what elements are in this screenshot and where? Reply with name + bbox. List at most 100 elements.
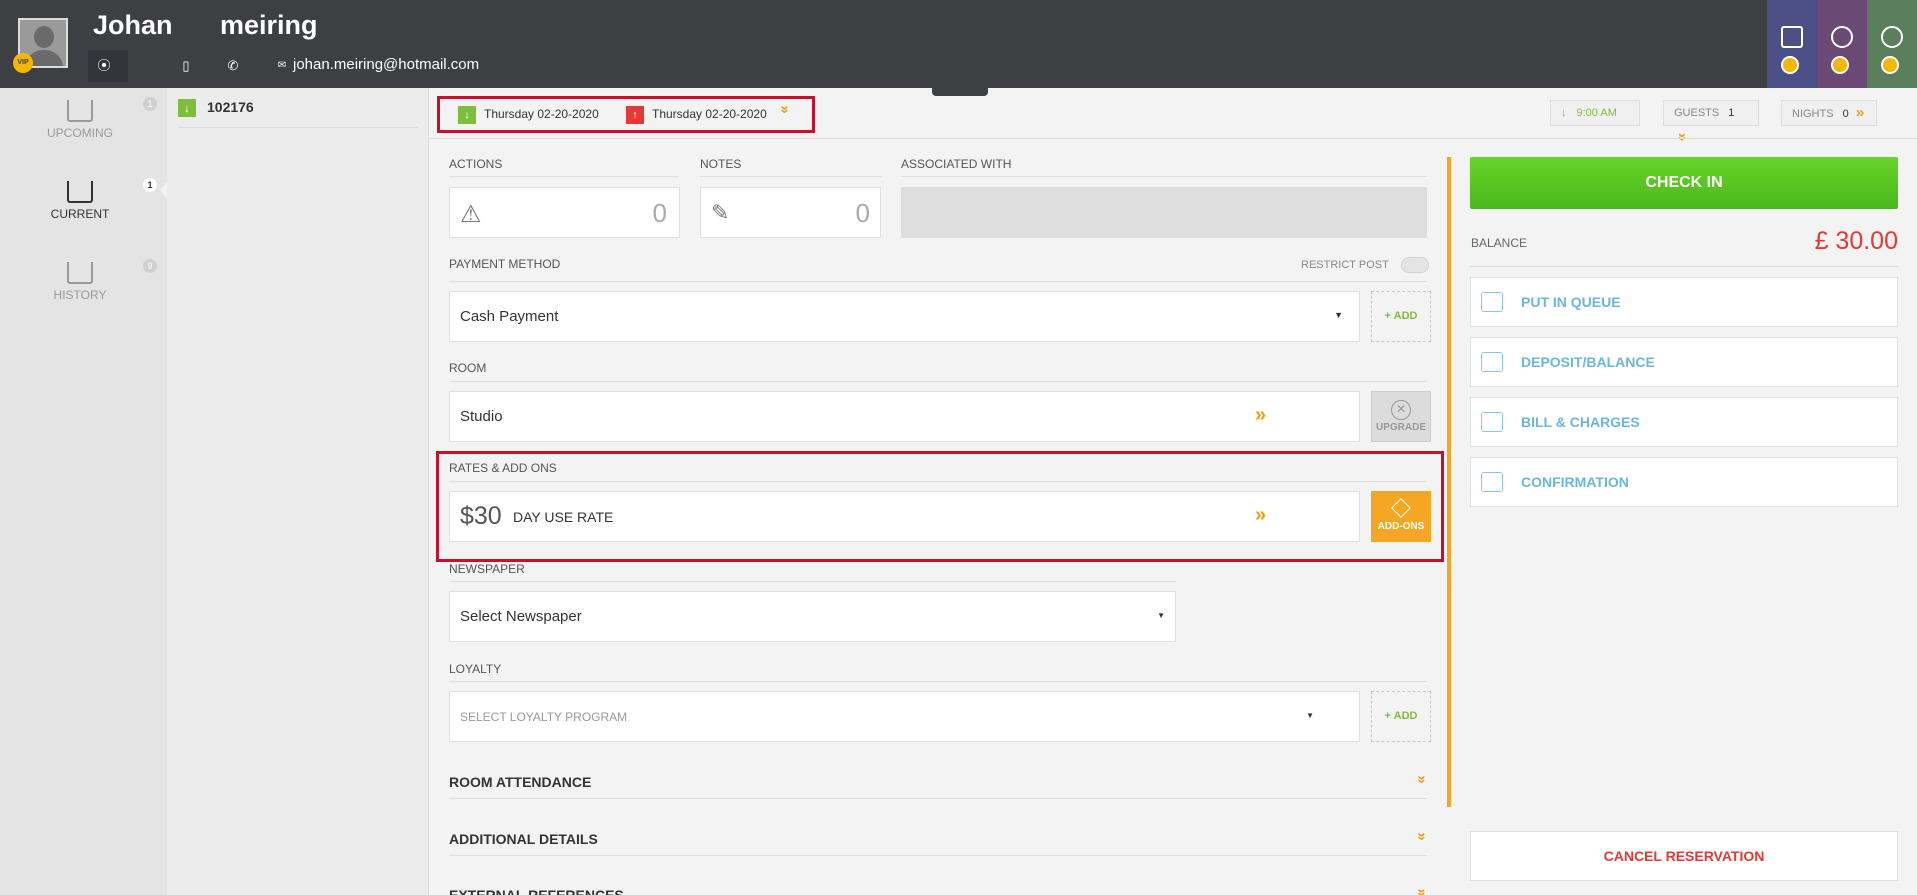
divider	[449, 681, 1427, 682]
bill-charges-button[interactable]: BILL & CHARGES	[1470, 397, 1898, 447]
nav-history[interactable]: HISTORY	[0, 262, 160, 302]
balance-label: BALANCE	[1471, 236, 1528, 250]
email-icon: ✉	[277, 60, 287, 71]
location-pin-icon: ⦿	[97, 58, 111, 73]
room-expand-icon: »	[1255, 404, 1267, 426]
upgrade-button[interactable]: ✕ UPGRADE	[1371, 391, 1431, 442]
put-in-queue-button[interactable]: PUT IN QUEUE	[1470, 277, 1898, 327]
bed-icon	[67, 100, 93, 122]
notes-label: NOTES	[700, 157, 742, 171]
dates-expand-icon[interactable]: »	[777, 105, 794, 113]
building-search-tile[interactable]	[1767, 0, 1817, 88]
pin-icon: ✎	[711, 200, 730, 225]
guest-email[interactable]: johan.meiring@hotmail.com	[293, 56, 479, 73]
divider	[449, 381, 1427, 382]
deposit-balance-label: DEPOSIT/BALANCE	[1521, 354, 1655, 370]
arrival-time-chip[interactable]: ↓ 9:00 AM	[1550, 100, 1640, 126]
arrival-arrow-icon: ↓	[458, 105, 476, 124]
payment-method-select[interactable]: Cash Payment ▼	[449, 291, 1360, 342]
rate-expand-icon: »	[1255, 504, 1267, 526]
actions-box[interactable]: ⚠ 0	[449, 187, 680, 238]
restrict-post-toggle[interactable]	[1401, 257, 1429, 273]
divider	[700, 176, 881, 177]
search-icon	[1881, 56, 1899, 74]
put-in-queue-label: PUT IN QUEUE	[1521, 294, 1621, 310]
loyalty-placeholder: SELECT LOYALTY PROGRAM	[460, 710, 628, 724]
associated-box[interactable]	[901, 187, 1427, 238]
nights-value: 0	[1842, 108, 1849, 120]
nav-current[interactable]: CURRENT	[0, 181, 160, 221]
guests-value: 1	[1728, 107, 1735, 119]
globe-icon	[1831, 26, 1853, 48]
external-references-expand-icon[interactable]: »	[1414, 888, 1431, 895]
divider	[449, 176, 679, 177]
arrival-date-text: Thursday 02-20-2020	[484, 107, 599, 121]
nights-chip[interactable]: NIGHTS 0 »	[1781, 100, 1877, 126]
guests-expand-icon: »	[1674, 132, 1692, 142]
room-attendance-expand-icon[interactable]: »	[1414, 775, 1431, 783]
check-in-button[interactable]: CHECK IN	[1470, 157, 1898, 209]
nav-upcoming[interactable]: UPCOMING	[0, 100, 160, 140]
balance-value: £ 30.00	[1814, 227, 1898, 255]
arrival-date[interactable]: ↓ Thursday 02-20-2020	[458, 103, 599, 125]
arrival-arrow-icon: ↓	[1561, 107, 1567, 119]
newspaper-label: NEWSPAPER	[449, 562, 525, 576]
bill-charges-label: BILL & CHARGES	[1521, 414, 1640, 430]
add-loyalty-button[interactable]: + ADD	[1371, 691, 1431, 742]
dropdown-arrow-icon: ▼	[1157, 611, 1165, 620]
departure-date[interactable]: ↑ Thursday 02-20-2020	[626, 103, 767, 125]
drawer-handle[interactable]	[932, 86, 988, 96]
deposit-balance-button[interactable]: DEPOSIT/BALANCE	[1470, 337, 1898, 387]
layers-icon	[1391, 498, 1411, 518]
search-icon	[1781, 56, 1799, 74]
room-attendance-section[interactable]: ROOM ATTENDANCE	[449, 774, 591, 790]
phone-icon[interactable]: ✆	[221, 54, 245, 78]
dropdown-arrow-icon: ▼	[1306, 711, 1314, 720]
globe-search-tile[interactable]	[1817, 0, 1867, 88]
rate-selector[interactable]: $30 DAY USE RATE »	[449, 491, 1360, 542]
notes-box[interactable]: ✎ 0	[700, 187, 881, 238]
addons-label: ADD-ONS	[1377, 521, 1425, 532]
search-icon	[1831, 56, 1849, 74]
cancel-reservation-button[interactable]: CANCEL RESERVATION	[1470, 831, 1898, 881]
additional-details-expand-icon[interactable]: »	[1414, 832, 1431, 840]
rate-amount: $30	[460, 502, 502, 530]
guest-first-name[interactable]: Johan	[93, 10, 173, 41]
payment-method-value: Cash Payment	[460, 308, 559, 325]
additional-details-section[interactable]: ADDITIONAL DETAILS	[449, 831, 598, 847]
confirmation-button[interactable]: CONFIRMATION	[1470, 457, 1898, 507]
circles-search-tile[interactable]	[1867, 0, 1917, 88]
confirmation-icon	[1481, 472, 1503, 492]
guests-chip[interactable]: GUESTS 1 »	[1663, 100, 1759, 141]
add-payment-button[interactable]: + ADD	[1371, 291, 1431, 342]
room-selector[interactable]: Studio »	[449, 391, 1360, 442]
divider	[449, 798, 1427, 799]
dropdown-arrow-icon: ▼	[1334, 310, 1343, 320]
mobile-phone-icon[interactable]: ▯	[174, 54, 198, 78]
restrict-post-label: RESTRICT POST	[1301, 259, 1389, 271]
right-panel-accent	[1447, 157, 1451, 807]
nav-history-count: 9	[143, 259, 157, 273]
departure-date-text: Thursday 02-20-2020	[652, 107, 767, 121]
external-references-section[interactable]: EXTERNAL REFERENCES	[449, 887, 624, 895]
actions-label: ACTIONS	[449, 157, 503, 171]
bed-icon	[67, 262, 93, 284]
nav-current-count: 1	[143, 178, 157, 192]
guest-last-name[interactable]: meiring	[220, 10, 318, 41]
newspaper-select[interactable]: Select Newspaper ▼	[449, 591, 1176, 642]
warning-icon: ⚠	[460, 201, 482, 228]
nights-label: NIGHTS	[1792, 108, 1834, 120]
payment-method-label: PAYMENT METHOD	[449, 257, 561, 271]
divider	[901, 176, 1427, 177]
addons-button[interactable]: ADD-ONS	[1371, 491, 1431, 542]
top-divider	[430, 138, 1917, 139]
confirmation-label: CONFIRMATION	[1521, 474, 1629, 490]
nav-upcoming-label: UPCOMING	[47, 126, 113, 140]
divider	[1470, 266, 1898, 267]
rate-name: DAY USE RATE	[513, 509, 614, 525]
arrival-time: 9:00 AM	[1576, 107, 1617, 119]
reservation-number[interactable]: 102176	[207, 99, 254, 115]
loyalty-select[interactable]: SELECT LOYALTY PROGRAM ▼	[449, 691, 1360, 742]
actions-count: 0	[652, 198, 667, 228]
nights-expand-icon: »	[1855, 104, 1865, 121]
